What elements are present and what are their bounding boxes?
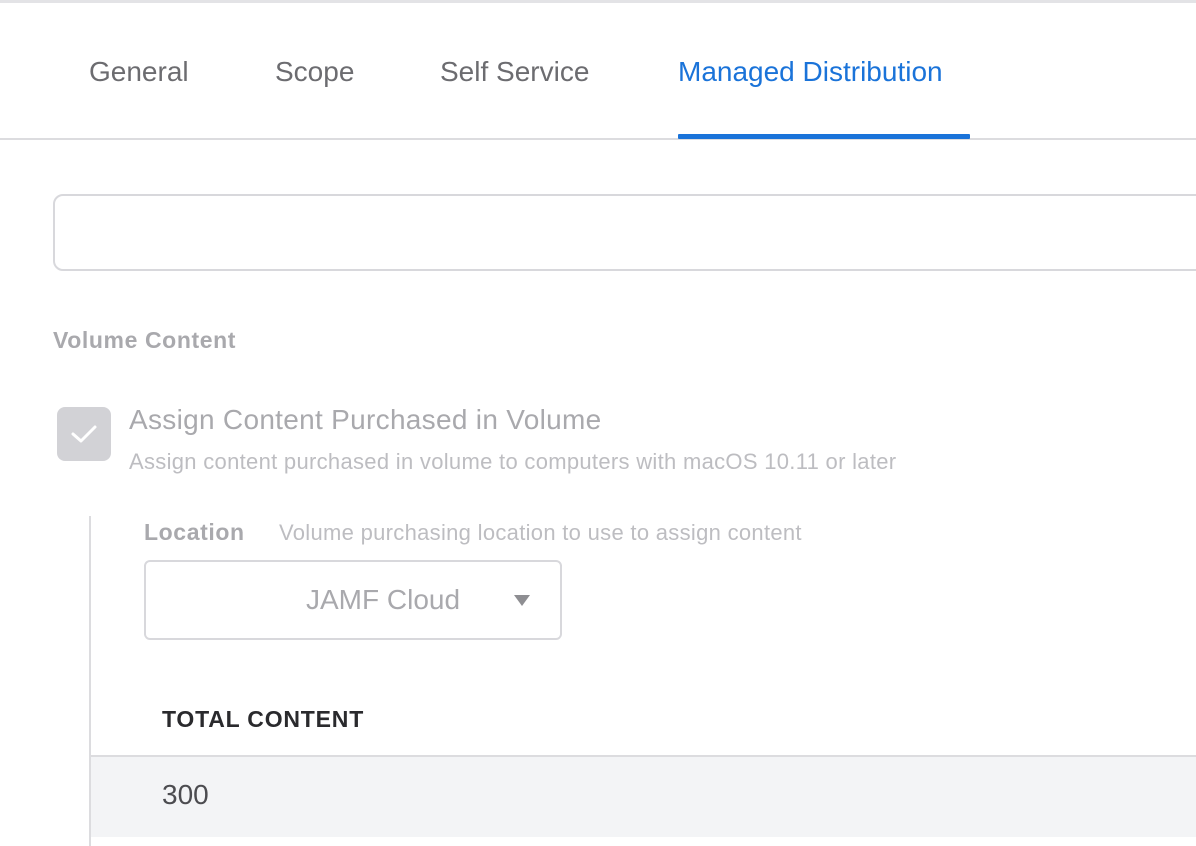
- tab-managed-distribution[interactable]: Managed Distribution: [678, 55, 943, 89]
- column-header-total-content: TOTAL CONTENT: [162, 706, 365, 732]
- table-row: 300: [91, 757, 1196, 837]
- assign-content-description: Assign content purchased in volume to co…: [129, 449, 897, 474]
- location-select[interactable]: JAMF Cloud: [144, 560, 562, 640]
- tab-self-service[interactable]: Self Service: [440, 55, 589, 89]
- checkmark-icon: [71, 425, 97, 443]
- active-tab-indicator: [678, 134, 970, 139]
- tab-general[interactable]: General: [89, 55, 189, 89]
- assign-content-label: Assign Content Purchased in Volume: [129, 404, 602, 435]
- tab-bar: General Scope Self Service Managed Distr…: [0, 3, 1196, 140]
- location-label: Location: [144, 519, 245, 545]
- empty-info-box: [53, 194, 1196, 271]
- chevron-down-icon: [514, 595, 530, 606]
- assign-content-checkbox[interactable]: [57, 407, 111, 461]
- location-select-value: JAMF Cloud: [306, 584, 461, 615]
- section-title-volume-content: Volume Content: [53, 327, 237, 353]
- tab-scope[interactable]: Scope: [275, 55, 354, 89]
- location-description: Volume purchasing location to use to ass…: [279, 520, 802, 545]
- total-content-value: 300: [162, 779, 209, 810]
